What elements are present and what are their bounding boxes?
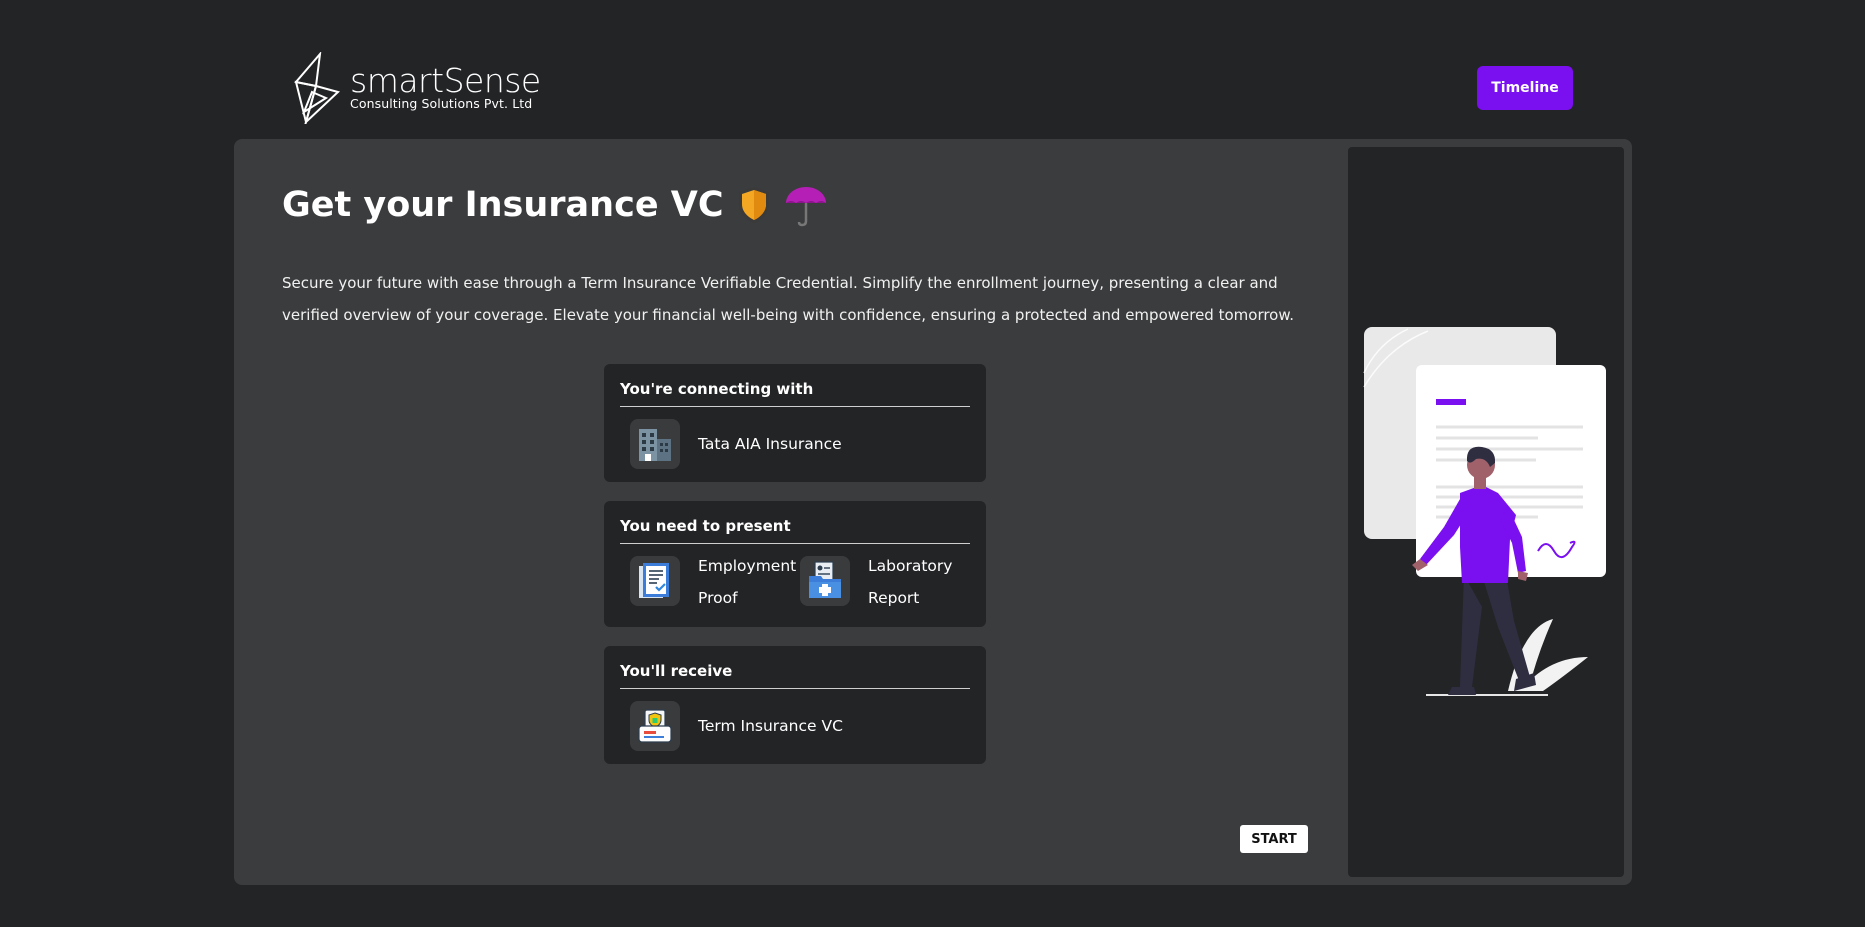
umbrella-icon (784, 183, 828, 227)
person-with-documents-illustration (1363, 327, 1606, 696)
logo-subtitle: Consulting Solutions Pvt. Ltd (350, 96, 533, 112)
organization-name: Tata AIA Insurance (698, 435, 842, 453)
laboratory-report-label: Laboratory Report (868, 557, 953, 607)
present-item-employment-proof: Employment Proof (630, 556, 800, 614)
building-icon (630, 419, 680, 469)
present-heading: You need to present (620, 517, 970, 544)
timeline-button[interactable]: Timeline (1477, 66, 1573, 110)
receive-heading: You'll receive (620, 662, 970, 689)
logo-mark-icon (294, 51, 340, 124)
main-card: Get your Insurance VC Secure your future… (234, 139, 1632, 885)
start-button[interactable]: START (1240, 825, 1308, 853)
illustration-panel (1348, 147, 1624, 877)
smartsense-logo[interactable]: smartSense Consulting Solutions Pvt. Ltd (292, 50, 552, 125)
receive-item-label: Term Insurance VC (698, 717, 843, 735)
employment-proof-label: Employment Proof (698, 557, 797, 607)
document-check-icon (630, 556, 680, 606)
header: smartSense Consulting Solutions Pvt. Ltd… (0, 0, 1865, 140)
present-panel: You need to present Employment Proof Lab… (604, 501, 986, 627)
page-title-text: Get your Insurance VC (282, 185, 724, 225)
organization-row: Tata AIA Insurance (620, 419, 970, 469)
insurance-card-icon (630, 701, 680, 751)
description: Secure your future with ease through a T… (282, 274, 1295, 324)
page-title: Get your Insurance VC (282, 183, 828, 227)
logo-name: smartSense (350, 61, 541, 101)
medical-folder-icon (800, 556, 850, 606)
connecting-heading: You're connecting with (620, 380, 970, 407)
receive-row: Term Insurance VC (620, 701, 970, 751)
receive-panel: You'll receive Term Insurance VC (604, 646, 986, 764)
present-item-laboratory-report: Laboratory Report (800, 556, 970, 614)
shield-icon (736, 185, 772, 225)
connecting-panel: You're connecting with Tata AIA Insuranc… (604, 364, 986, 482)
